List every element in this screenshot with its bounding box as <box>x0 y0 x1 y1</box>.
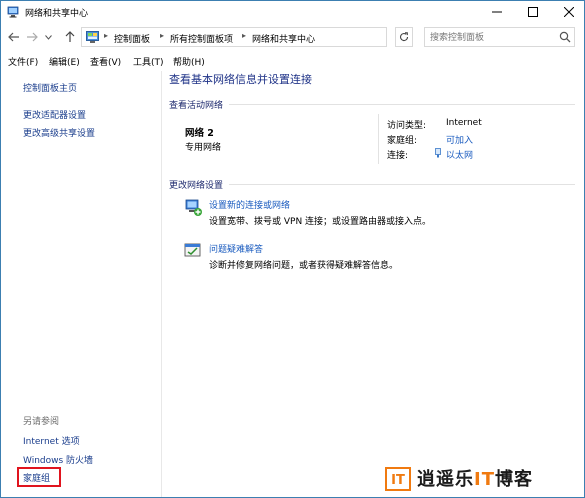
panel-divider <box>161 71 162 497</box>
connection-label: 连接: <box>387 151 409 161</box>
search-icon[interactable] <box>559 31 571 43</box>
watermark-text-accent: IT <box>474 469 495 490</box>
breadcrumb-separator-icon: ▸ <box>242 31 247 40</box>
watermark-logo: IT <box>385 467 411 491</box>
search-input[interactable] <box>430 30 555 45</box>
minimize-button[interactable] <box>480 1 514 23</box>
address-bar[interactable]: ▸ 控制面板 ▸ 所有控制面板项 ▸ 网络和共享中心 <box>81 27 460 47</box>
close-icon <box>564 7 574 17</box>
breadcrumb-separator-icon: ▸ <box>104 31 109 40</box>
troubleshoot-icon <box>184 243 201 257</box>
network-info-divider <box>378 114 379 164</box>
recent-locations-button[interactable] <box>43 29 53 45</box>
arrow-right-icon <box>27 32 38 42</box>
search-box[interactable] <box>424 27 575 47</box>
control-panel-window: 网络和共享中心 ▸ 控制面板 ▸ 所有控制面板项 ▸ 网络和共享中心 搜索控制面… <box>0 0 585 498</box>
watermark-text: 逍遥乐IT博客 <box>417 465 533 491</box>
menu-tools[interactable]: 工具(T) <box>133 55 164 68</box>
network-center-icon <box>7 6 19 18</box>
minimize-icon <box>492 11 502 13</box>
left-panel: 控制面板主页 更改适配器设置 更改高级共享设置 另请参阅 Internet 选项… <box>1 71 161 497</box>
maximize-button[interactable] <box>516 1 550 23</box>
troubleshoot-description: 诊断并修复网络问题，或者获得疑难解答信息。 <box>209 261 399 271</box>
navigation-bar: ▸ 控制面板 ▸ 所有控制面板项 ▸ 网络和共享中心 <box>1 25 584 49</box>
change-sharing-settings-link[interactable]: 更改高级共享设置 <box>23 126 95 139</box>
ethernet-icon <box>435 148 441 158</box>
change-settings-heading: 更改网络设置 <box>169 181 224 191</box>
section-divider <box>229 184 575 185</box>
windows-firewall-link[interactable]: Windows 防火墙 <box>23 453 93 466</box>
forward-button[interactable] <box>25 29 39 45</box>
watermark-logo-text: IT <box>391 473 405 488</box>
troubleshoot-link[interactable]: 问题疑难解答 <box>209 242 263 255</box>
access-type-value: Internet <box>446 118 482 128</box>
homegroup-highlight <box>17 467 61 487</box>
refresh-button[interactable] <box>395 27 413 47</box>
new-connection-icon <box>185 199 202 216</box>
section-divider <box>229 104 575 105</box>
access-type-label: 访问类型: <box>387 121 427 131</box>
setup-new-connection-description: 设置宽带、拨号或 VPN 连接；或设置路由器或接入点。 <box>209 217 432 227</box>
chevron-down-icon <box>44 34 52 40</box>
setup-new-connection-link[interactable]: 设置新的连接或网络 <box>209 198 290 211</box>
ethernet-connection-link[interactable]: 以太网 <box>446 148 473 161</box>
up-button[interactable] <box>63 29 77 45</box>
menu-view[interactable]: 查看(V) <box>90 55 121 68</box>
back-button[interactable] <box>7 29 21 45</box>
control-panel-home-link[interactable]: 控制面板主页 <box>23 81 77 94</box>
watermark-text-left: 逍遥乐 <box>417 469 474 490</box>
breadcrumb-separator-icon: ▸ <box>160 31 165 40</box>
window-title: 网络和共享中心 <box>25 9 89 19</box>
control-panel-icon <box>86 31 99 43</box>
breadcrumb-network-center[interactable]: 网络和共享中心 <box>252 32 315 45</box>
menu-bar: 文件(F) 编辑(E) 查看(V) 工具(T) 帮助(H) <box>1 52 584 70</box>
watermark-text-right: 博客 <box>494 469 533 490</box>
page-title: 查看基本网络信息并设置连接 <box>169 73 312 86</box>
see-also-heading: 另请参阅 <box>23 417 60 427</box>
breadcrumb-all-items[interactable]: 所有控制面板项 <box>170 32 233 45</box>
close-button[interactable] <box>552 1 585 23</box>
menu-edit[interactable]: 编辑(E) <box>49 55 80 68</box>
menu-help[interactable]: 帮助(H) <box>173 55 205 68</box>
breadcrumb-control-panel[interactable]: 控制面板 <box>114 32 150 45</box>
menu-file[interactable]: 文件(F) <box>8 55 38 68</box>
refresh-icon <box>400 32 409 42</box>
title-bar: 网络和共享中心 <box>1 1 584 23</box>
homegroup-join-link[interactable]: 可加入 <box>446 133 473 146</box>
network-profile: 专用网络 <box>185 143 222 153</box>
network-name: 网络 2 <box>185 128 214 139</box>
change-adapter-settings-link[interactable]: 更改适配器设置 <box>23 108 86 121</box>
internet-options-link[interactable]: Internet 选项 <box>23 434 80 447</box>
arrow-up-icon <box>65 31 75 42</box>
maximize-icon <box>528 7 538 17</box>
arrow-left-icon <box>8 32 19 42</box>
active-networks-heading: 查看活动网络 <box>169 101 224 111</box>
homegroup-label: 家庭组: <box>387 136 418 146</box>
